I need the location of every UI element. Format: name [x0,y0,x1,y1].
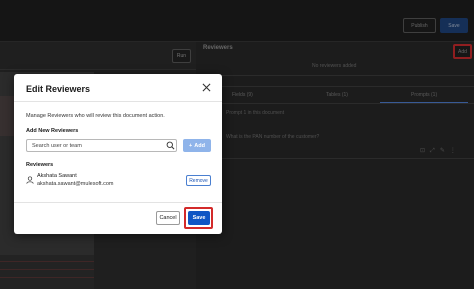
dialog-footer-divider [14,202,222,203]
reviewer-email: akshata.sawant@mulesoft.com [37,181,114,187]
add-button-label: Add [194,142,205,149]
close-button[interactable] [200,81,212,93]
remove-reviewer-button[interactable]: Remove [186,175,211,186]
add-reviewers-label: Add New Reviewers [26,128,79,134]
dialog-title: Edit Reviewers [26,84,91,94]
add-button[interactable]: + Add [183,139,211,152]
search-icon [166,141,175,150]
save-button[interactable]: Save [188,211,210,225]
dialog-description: Manage Reviewers who will review this do… [26,113,165,119]
user-icon [26,176,34,184]
reviewers-label: Reviewers [26,162,54,168]
cancel-button[interactable]: Cancel [156,211,180,225]
reviewer-name: Akshata Sawant [37,173,77,179]
dialog-header-divider [14,101,222,102]
plus-icon: + [189,142,193,149]
close-icon [202,83,210,91]
search-input[interactable] [26,139,177,152]
